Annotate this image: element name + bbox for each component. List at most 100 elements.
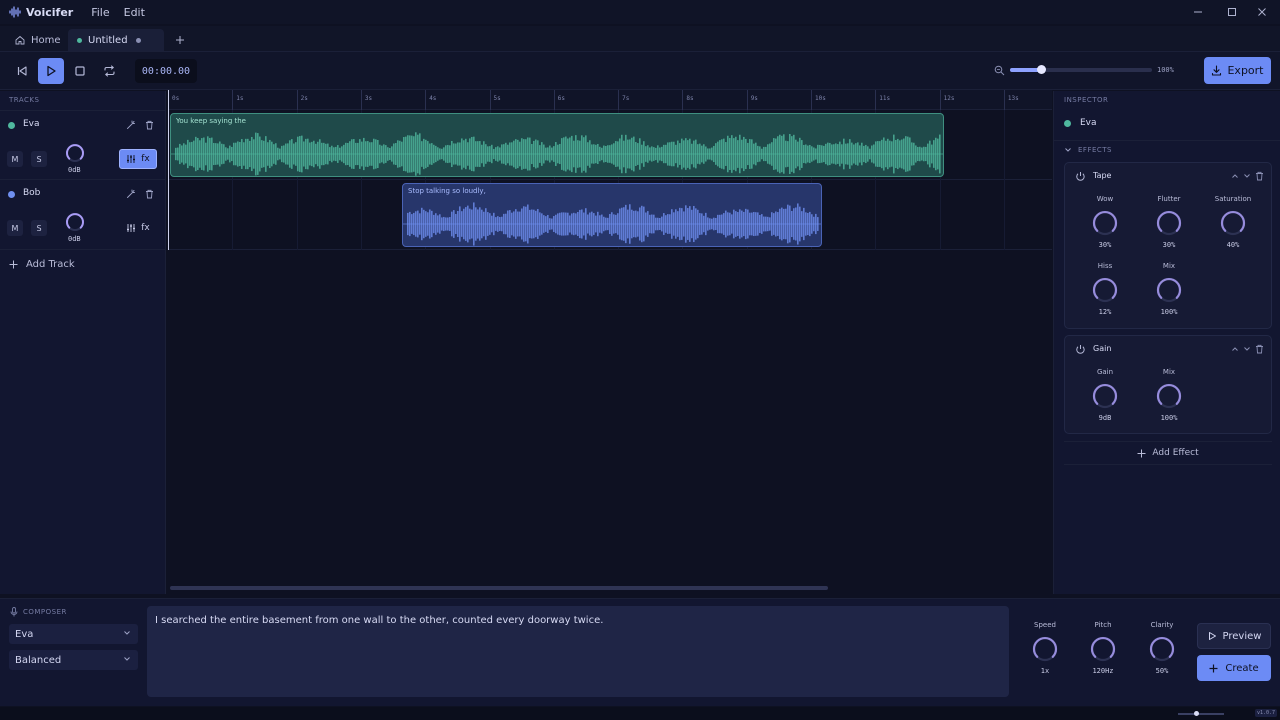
- add-track-button[interactable]: Add Track: [9, 259, 75, 270]
- track-name[interactable]: Bob: [23, 188, 40, 198]
- knob-gain[interactable]: Gain 9dB: [1075, 368, 1135, 422]
- trash-icon[interactable]: [145, 120, 154, 130]
- knob-dial[interactable]: [1148, 635, 1176, 663]
- version-badge: v1.0.7: [1255, 709, 1278, 717]
- stop-button[interactable]: [67, 58, 93, 84]
- preview-label: Preview: [1222, 630, 1262, 642]
- play-button[interactable]: [38, 58, 64, 84]
- knob-label: Mix: [1162, 368, 1176, 376]
- chevron-down-icon: [1065, 148, 1071, 152]
- knob-clarity[interactable]: Clarity 50%: [1132, 621, 1192, 675]
- trash-icon[interactable]: [1255, 344, 1264, 354]
- add-effect-button[interactable]: Add Effect: [1064, 441, 1272, 465]
- skip-back-button[interactable]: [9, 58, 35, 84]
- status-zoom-thumb[interactable]: [1194, 711, 1199, 716]
- knob-saturation[interactable]: Saturation 40%: [1203, 195, 1263, 249]
- timeline-scrollbar[interactable]: [170, 586, 828, 590]
- ruler-tick: [618, 90, 620, 110]
- power-icon[interactable]: [1075, 171, 1086, 182]
- knob-label: Gain: [1096, 368, 1114, 376]
- close-window-button[interactable]: [1244, 0, 1280, 24]
- solo-button[interactable]: S: [31, 151, 47, 167]
- timeline-lanes[interactable]: You keep saying the Stop talking so loud…: [168, 110, 1052, 594]
- zoom-slider[interactable]: [1010, 65, 1152, 74]
- move-down-icon[interactable]: [1243, 172, 1251, 180]
- knob-dial[interactable]: [1219, 209, 1247, 237]
- export-button[interactable]: Export: [1204, 57, 1271, 84]
- timeline-ruler[interactable]: 0s 1s 2s 3s 4s 5s 6s 7s 8s 9s 10s 11s 12s 13s: [168, 90, 1052, 110]
- timecode-display: 00:00.00: [135, 59, 197, 83]
- playhead[interactable]: [168, 90, 169, 250]
- loop-button[interactable]: [96, 58, 122, 84]
- move-up-icon[interactable]: [1231, 345, 1239, 353]
- unsaved-indicator: [135, 37, 141, 43]
- menu-edit[interactable]: Edit: [124, 6, 145, 19]
- minimize-button[interactable]: [1180, 0, 1216, 24]
- zoom-slider-thumb[interactable]: [1037, 65, 1047, 74]
- knob-dial[interactable]: [1091, 209, 1119, 237]
- style-select[interactable]: Balanced: [9, 650, 138, 670]
- ruler-tick: [553, 90, 555, 110]
- ruler-tick: [232, 90, 234, 110]
- track-header-eva[interactable]: Eva M S 0dB fx: [0, 110, 166, 180]
- magic-wand-icon[interactable]: [126, 120, 136, 130]
- mute-button[interactable]: M: [7, 220, 23, 236]
- plus-icon: [176, 36, 184, 44]
- ruler-tick-label: 5s: [493, 95, 501, 102]
- knob-dial[interactable]: [1031, 635, 1059, 663]
- new-tab-button[interactable]: [170, 29, 190, 51]
- preview-button[interactable]: Preview: [1197, 623, 1271, 649]
- effect-card-tape: Tape Wow 30% Flutter 30% Saturation 40% …: [1064, 162, 1272, 329]
- track-color-dot: [8, 122, 15, 129]
- knob-mix[interactable]: Mix 100%: [1139, 368, 1199, 422]
- add-track-label: Add Track: [26, 259, 75, 270]
- zoom-value: 100%: [1157, 66, 1174, 74]
- knob-dial[interactable]: [1091, 382, 1119, 410]
- knob-pitch[interactable]: Pitch 120Hz: [1073, 621, 1133, 675]
- power-icon[interactable]: [1075, 344, 1086, 355]
- trash-icon[interactable]: [1255, 171, 1264, 181]
- divider: [1054, 140, 1280, 141]
- track-gain-knob[interactable]: [65, 212, 85, 232]
- track-gain-knob[interactable]: [65, 143, 85, 163]
- move-down-icon[interactable]: [1243, 345, 1251, 353]
- download-icon: [1212, 65, 1222, 76]
- tab-untitled[interactable]: Untitled: [68, 29, 164, 51]
- script-text-input[interactable]: I searched the entire basement from one …: [147, 606, 1009, 697]
- ruler-tick-label: 12s: [943, 95, 955, 102]
- trash-icon[interactable]: [145, 189, 154, 199]
- knob-mix[interactable]: Mix 100%: [1139, 262, 1199, 316]
- knob-value: 1x: [1040, 667, 1050, 675]
- status-bar: v1.0.7: [0, 707, 1280, 720]
- ruler-tick-label: 8s: [686, 95, 694, 102]
- menu-file[interactable]: File: [91, 6, 109, 19]
- status-zoom-slider[interactable]: [1178, 711, 1224, 716]
- mute-button[interactable]: M: [7, 151, 23, 167]
- voice-select[interactable]: Eva: [9, 624, 138, 644]
- knob-hiss[interactable]: Hiss 12%: [1075, 262, 1135, 316]
- style-select-value: Balanced: [15, 654, 62, 666]
- track-header-bob[interactable]: Bob M S 0dB fx: [0, 180, 166, 250]
- ruler-tick-label: 9s: [750, 95, 758, 102]
- audio-clip-bob[interactable]: Stop talking so loudly,: [402, 183, 822, 247]
- move-up-icon[interactable]: [1231, 172, 1239, 180]
- fx-button[interactable]: fx: [119, 218, 157, 238]
- knob-dial[interactable]: [1155, 209, 1183, 237]
- knob-dial[interactable]: [1091, 276, 1119, 304]
- magic-wand-icon[interactable]: [126, 189, 136, 199]
- fx-button[interactable]: fx: [119, 149, 157, 169]
- effects-section-toggle[interactable]: EFFECTS: [1064, 146, 1112, 154]
- knob-speed[interactable]: Speed 1x: [1015, 621, 1075, 675]
- create-button[interactable]: Create: [1197, 655, 1271, 681]
- knob-value: 9dB: [1098, 414, 1112, 422]
- knob-wow[interactable]: Wow 30%: [1075, 195, 1135, 249]
- knob-dial[interactable]: [1155, 276, 1183, 304]
- tab-home[interactable]: Home: [8, 29, 66, 51]
- solo-button[interactable]: S: [31, 220, 47, 236]
- ruler-tick: [811, 90, 812, 110]
- audio-clip-eva[interactable]: You keep saying the: [170, 113, 944, 177]
- knob-flutter[interactable]: Flutter 30%: [1139, 195, 1199, 249]
- knob-dial[interactable]: [1089, 635, 1117, 663]
- knob-dial[interactable]: [1155, 382, 1183, 410]
- track-name[interactable]: Eva: [23, 119, 40, 129]
